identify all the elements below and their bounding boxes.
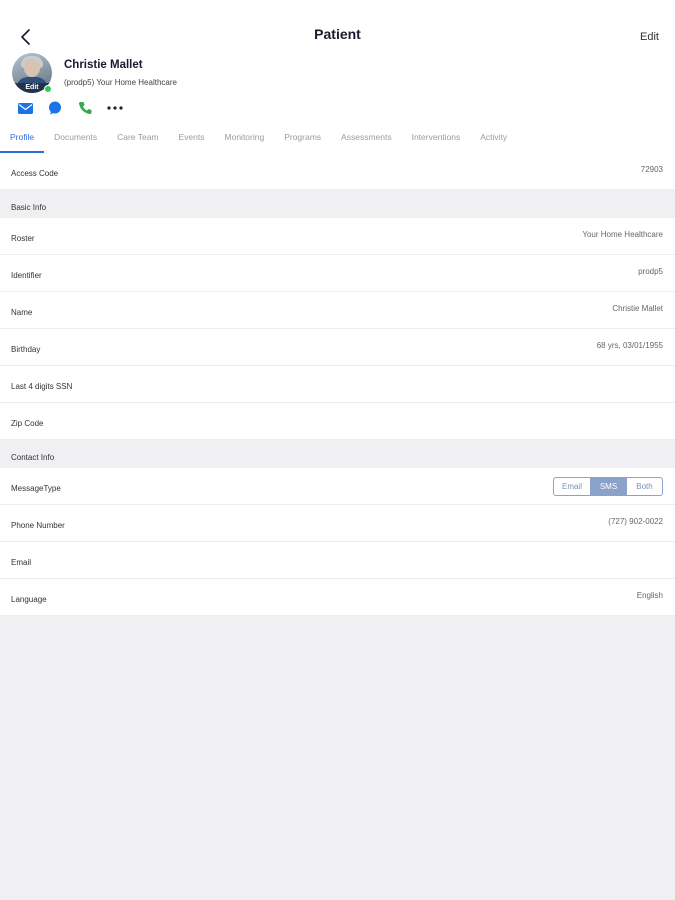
- patient-name: Christie Mallet: [64, 59, 143, 71]
- section-title: Basic Info: [11, 203, 47, 212]
- ssn-row[interactable]: Last 4 digits SSN: [0, 366, 675, 403]
- tab-programs[interactable]: Programs: [274, 127, 331, 153]
- field-label: Birthday: [11, 345, 41, 354]
- online-status-dot: [44, 85, 52, 93]
- section-header-basic-info: Basic Info: [0, 190, 675, 218]
- section-title: Contact Info: [11, 453, 55, 462]
- patient-subtitle: (prodp5) Your Home Healthcare: [64, 78, 177, 87]
- segment-sms[interactable]: SMS: [590, 478, 626, 495]
- tab-activity[interactable]: Activity: [470, 127, 517, 153]
- profile-tabs: Profile Documents Care Team Events Monit…: [0, 127, 675, 153]
- mail-icon: [17, 102, 33, 114]
- access-code-row[interactable]: Access Code 72903: [0, 153, 675, 190]
- message-type-segmented-control: Email SMS Both: [553, 477, 663, 496]
- segment-both[interactable]: Both: [626, 478, 662, 495]
- header: Patient Edit Edit Christie Mallet (prodp…: [0, 0, 675, 153]
- language-row[interactable]: Language English: [0, 579, 675, 616]
- page-title: Patient: [314, 26, 361, 42]
- tab-monitoring[interactable]: Monitoring: [215, 127, 275, 153]
- chat-action-button[interactable]: [47, 101, 63, 115]
- field-label: Language: [11, 595, 47, 604]
- phone-number-row[interactable]: Phone Number (727) 902-0022: [0, 505, 675, 542]
- contact-actions: [17, 101, 123, 115]
- phone-action-button[interactable]: [77, 101, 93, 115]
- email-action-button[interactable]: [17, 101, 33, 115]
- field-label: Last 4 digits SSN: [11, 382, 73, 391]
- tab-care-team[interactable]: Care Team: [107, 127, 168, 153]
- more-icon: [107, 106, 123, 110]
- field-value: 68 yrs, 03/01/1955: [596, 341, 663, 350]
- tab-events[interactable]: Events: [169, 127, 215, 153]
- field-label: Access Code: [11, 169, 59, 178]
- profile-content: Access Code 72903 Basic Info Roster Your…: [0, 153, 675, 616]
- more-action-button[interactable]: [107, 101, 123, 115]
- field-label: Name: [11, 308, 33, 317]
- field-label: Identifier: [11, 271, 42, 280]
- name-row[interactable]: Name Christie Mallet: [0, 292, 675, 329]
- message-type-row: MessageType Email SMS Both: [0, 468, 675, 505]
- zip-code-row[interactable]: Zip Code: [0, 403, 675, 440]
- email-row[interactable]: Email: [0, 542, 675, 579]
- field-value: Christie Mallet: [612, 304, 663, 313]
- section-header-contact-info: Contact Info: [0, 440, 675, 468]
- tab-interventions[interactable]: Interventions: [402, 127, 471, 153]
- chat-icon: [49, 101, 61, 115]
- birthday-row[interactable]: Birthday 68 yrs, 03/01/1955: [0, 329, 675, 366]
- phone-icon: [78, 102, 92, 115]
- tab-profile[interactable]: Profile: [0, 127, 45, 153]
- tab-assessments[interactable]: Assessments: [331, 127, 402, 153]
- field-value: prodp5: [638, 267, 663, 276]
- field-value: English: [636, 591, 663, 600]
- field-label: Email: [11, 558, 32, 567]
- field-value: Your Home Healthcare: [582, 230, 663, 239]
- field-label: Zip Code: [11, 419, 44, 428]
- field-value: (727) 902-0022: [608, 517, 663, 526]
- field-label: Roster: [11, 234, 35, 243]
- identifier-row[interactable]: Identifier prodp5: [0, 255, 675, 292]
- roster-row[interactable]: Roster Your Home Healthcare: [0, 218, 675, 255]
- tab-documents[interactable]: Documents: [44, 127, 107, 153]
- edit-button[interactable]: Edit: [640, 31, 659, 43]
- field-value: 72903: [640, 165, 663, 174]
- field-label: Phone Number: [11, 521, 65, 530]
- field-label: MessageType: [11, 484, 61, 493]
- segment-email[interactable]: Email: [554, 478, 590, 495]
